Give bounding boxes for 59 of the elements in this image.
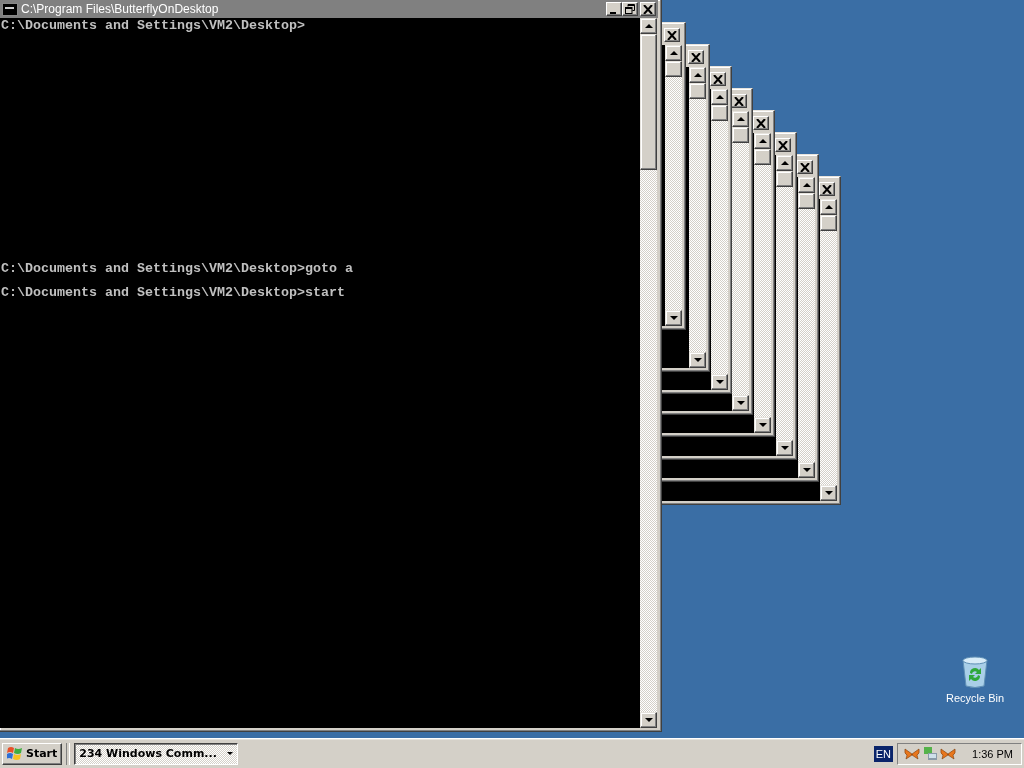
scrollbar[interactable]	[640, 18, 657, 728]
scroll-up-button[interactable]	[776, 155, 793, 171]
scroll-down-button[interactable]	[820, 485, 837, 501]
icon-label[interactable]: Recycle Bin	[945, 692, 1005, 704]
scrollbar[interactable]	[689, 67, 706, 368]
close-button[interactable]	[664, 28, 680, 42]
scroll-up-button[interactable]	[798, 177, 815, 193]
taskbar-button[interactable]: 234 Windows Comm...	[74, 742, 238, 765]
scrollbar[interactable]	[798, 177, 815, 478]
scroll-up-button[interactable]	[665, 45, 682, 61]
scroll-up-button[interactable]	[689, 67, 706, 83]
minimize-button[interactable]	[606, 2, 622, 16]
scroll-thumb[interactable]	[754, 149, 771, 165]
scroll-thumb[interactable]	[798, 193, 815, 209]
scroll-thumb[interactable]	[689, 83, 706, 99]
clock[interactable]: 1:36 PM	[972, 747, 1013, 760]
language-indicator[interactable]: EN	[873, 745, 894, 762]
scroll-thumb[interactable]	[640, 34, 657, 170]
scroll-thumb[interactable]	[732, 127, 749, 143]
scroll-up-button[interactable]	[820, 199, 837, 215]
butterfly-icon[interactable]	[904, 747, 921, 760]
scrollbar[interactable]	[776, 155, 793, 456]
scrollbar[interactable]	[732, 111, 749, 411]
scroll-down-button[interactable]	[754, 417, 771, 433]
scroll-down-button[interactable]	[689, 352, 706, 368]
window-title: C:\Program Files\ButterflyOnDesktop	[21, 2, 220, 16]
scroll-up-button[interactable]	[711, 89, 728, 105]
close-button[interactable]	[775, 138, 791, 152]
scroll-down-button[interactable]	[798, 462, 815, 478]
scroll-up-button[interactable]	[732, 111, 749, 127]
scrollbar[interactable]	[820, 199, 837, 501]
scroll-down-button[interactable]	[640, 712, 657, 728]
scroll-down-button[interactable]	[732, 395, 749, 411]
scrollbar[interactable]	[711, 89, 728, 390]
close-button[interactable]	[797, 160, 813, 174]
flag-icon	[7, 746, 23, 761]
scroll-thumb[interactable]	[776, 171, 793, 187]
scroll-down-button[interactable]	[776, 440, 793, 456]
start-button[interactable]: Start	[2, 742, 63, 765]
close-button[interactable]	[710, 72, 726, 86]
scroll-down-button[interactable]	[711, 374, 728, 390]
recycle-bin-icon[interactable]	[960, 656, 990, 688]
scroll-thumb[interactable]	[820, 215, 837, 231]
close-button[interactable]	[819, 182, 835, 196]
scroll-thumb[interactable]	[665, 61, 682, 77]
scroll-thumb[interactable]	[711, 105, 728, 121]
close-button[interactable]	[688, 50, 704, 64]
restore-button[interactable]	[622, 2, 638, 16]
scroll-down-button[interactable]	[665, 310, 682, 326]
console-line: C:\Documents and Settings\VM2\Desktop>	[1, 20, 305, 32]
close-button[interactable]	[753, 116, 769, 130]
butterfly-icon[interactable]	[940, 747, 957, 760]
console-line: C:\Documents and Settings\VM2\Desktop>goto a	[1, 263, 353, 275]
scroll-up-button[interactable]	[640, 18, 657, 34]
scrollbar[interactable]	[754, 133, 771, 433]
console-line: C:\Documents and Settings\VM2\Desktop>start	[1, 287, 345, 300]
close-button[interactable]	[640, 2, 656, 16]
scrollbar[interactable]	[665, 45, 682, 326]
scroll-up-button[interactable]	[754, 133, 771, 149]
